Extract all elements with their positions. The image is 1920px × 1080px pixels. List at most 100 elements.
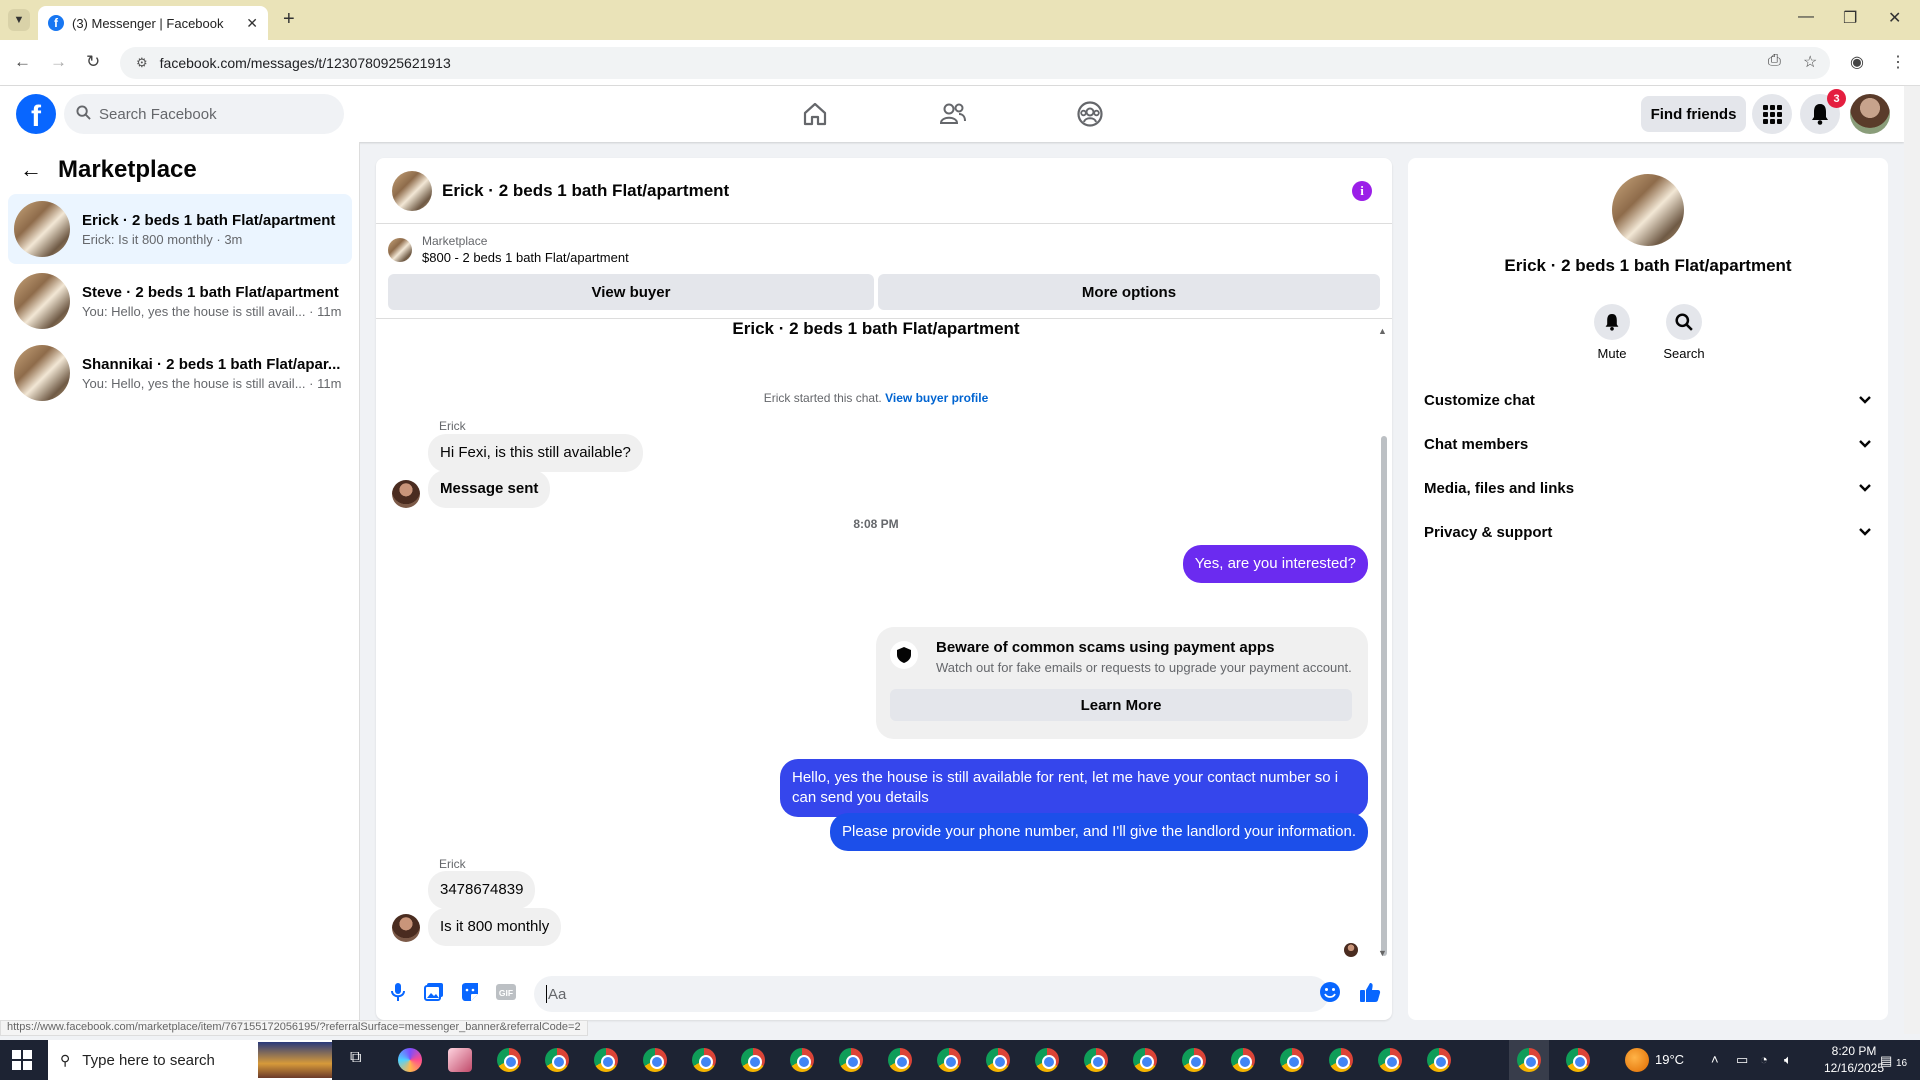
reload-icon[interactable]: ↻ (86, 52, 100, 72)
minimize-icon[interactable]: — (1798, 8, 1814, 26)
gif-icon[interactable]: GIF (494, 980, 518, 1004)
emoji-icon[interactable] (1318, 980, 1342, 1004)
bookmark-star-icon[interactable]: ☆ (1803, 52, 1817, 72)
site-info-icon[interactable]: ⚙ (136, 55, 148, 71)
chrome-icon[interactable] (888, 1048, 912, 1072)
chat-panel: Erick · 2 beds 1 bath Flat/apartment i M… (376, 158, 1392, 1020)
chrome-icon[interactable] (1133, 1048, 1157, 1072)
message-bubble[interactable]: Hi Fexi, is this still available? (428, 434, 643, 472)
show-hidden-icons-icon[interactable]: ˄ (1711, 1052, 1719, 1067)
chrome-icon[interactable] (1329, 1048, 1353, 1072)
customize-chat-section[interactable]: Customize chat (1424, 384, 1872, 416)
privacy-support-section[interactable]: Privacy & support (1424, 516, 1872, 548)
chrome-icon[interactable] (839, 1048, 863, 1072)
chrome-icon[interactable] (1378, 1048, 1402, 1072)
install-app-icon[interactable]: ⎙ (1768, 52, 1781, 70)
browser-tab[interactable]: f (3) Messenger | Facebook ✕ (38, 6, 268, 40)
media-files-links-section[interactable]: Media, files and links (1424, 472, 1872, 504)
chrome-icon[interactable] (741, 1048, 765, 1072)
learn-more-button[interactable]: Learn More (890, 689, 1352, 721)
chrome-icon[interactable] (986, 1048, 1010, 1072)
chat-scrollbar[interactable]: ▲ ▼ (1378, 326, 1388, 958)
menu-grid-icon[interactable] (1752, 94, 1792, 134)
conversation-item-steve[interactable]: Steve · 2 beds 1 bath Flat/apartment You… (8, 266, 352, 336)
weather-icon[interactable] (1625, 1048, 1649, 1072)
copilot-icon[interactable] (398, 1048, 422, 1072)
chrome-icon[interactable] (643, 1048, 667, 1072)
chrome-icon[interactable] (1517, 1048, 1541, 1072)
sender-avatar[interactable] (392, 480, 420, 508)
close-tab-icon[interactable]: ✕ (246, 15, 258, 32)
wifi-icon[interactable]: ◔ (1760, 1052, 1768, 1067)
back-arrow-icon[interactable]: ← (20, 157, 42, 183)
message-bubble[interactable]: Yes, are you interested? (1182, 545, 1368, 583)
back-icon[interactable]: ← (14, 52, 31, 72)
thumbs-up-icon[interactable] (1358, 980, 1382, 1004)
more-options-button[interactable]: More options (878, 274, 1380, 310)
sender-avatar[interactable] (392, 914, 420, 942)
message-bubble[interactable]: Hello, yes the house is still available … (780, 759, 1368, 817)
view-buyer-button[interactable]: View buyer (388, 274, 874, 310)
volume-icon[interactable]: 🔈︎ (1784, 1052, 1792, 1068)
info-icon[interactable]: i (1352, 181, 1372, 201)
windows-start-icon[interactable] (12, 1050, 32, 1070)
chrome-icon[interactable] (1035, 1048, 1059, 1072)
mute-button[interactable]: Mute (1582, 304, 1642, 361)
photo-icon[interactable] (422, 980, 446, 1004)
notification-center-icon[interactable]: ▤ (1880, 1053, 1892, 1069)
chrome-icon[interactable] (1182, 1048, 1206, 1072)
chrome-icon[interactable] (790, 1048, 814, 1072)
restore-icon[interactable]: ❐ (1843, 8, 1857, 28)
view-buyer-profile-link[interactable]: View buyer profile (885, 391, 988, 405)
chrome-icon[interactable] (937, 1048, 961, 1072)
groups-icon[interactable] (1072, 96, 1108, 132)
find-friends-button[interactable]: Find friends (1641, 96, 1746, 132)
scroll-up-icon[interactable]: ▲ (1378, 326, 1387, 336)
conversation-item-shannikai[interactable]: Shannikai · 2 beds 1 bath Flat/apar... Y… (8, 338, 352, 408)
account-avatar[interactable] (1850, 94, 1890, 134)
weather-temperature[interactable]: 19°C (1655, 1052, 1684, 1067)
facebook-search-input[interactable]: Search Facebook (64, 94, 344, 134)
conversation-preview: You: Hello, yes the house is still avail… (82, 375, 342, 391)
close-window-icon[interactable]: ✕ (1888, 8, 1901, 28)
profile-icon[interactable]: ◉ (1850, 52, 1864, 72)
chat-listing-thumbnail[interactable] (392, 170, 432, 211)
page-scrollbar[interactable] (1904, 86, 1920, 1034)
chrome-icon[interactable] (1280, 1048, 1304, 1072)
message-bubble[interactable]: Is it 800 monthly (428, 908, 562, 946)
chrome-icon[interactable] (545, 1048, 569, 1072)
chat-members-section[interactable]: Chat members (1424, 428, 1872, 460)
chrome-icon[interactable] (1231, 1048, 1255, 1072)
chrome-icon[interactable] (1566, 1048, 1590, 1072)
chrome-icon[interactable] (1427, 1048, 1451, 1072)
network-icon[interactable]: ▭ (1736, 1052, 1748, 1068)
message-bubble[interactable]: Please provide your phone number, and I'… (829, 813, 1368, 851)
message-input[interactable]: Aa (534, 976, 1329, 1012)
new-tab-button[interactable]: + (283, 8, 295, 31)
taskbar-search-input[interactable]: ⚲ Type here to search (48, 1040, 332, 1080)
message-bubble[interactable]: 3478674839 (428, 871, 536, 909)
home-icon[interactable] (797, 96, 833, 132)
url-field[interactable]: ⚙ facebook.com/messages/t/12307809256219… (120, 47, 1830, 79)
listing-avatar[interactable] (1612, 174, 1684, 246)
chrome-icon[interactable] (594, 1048, 618, 1072)
browser-menu-icon[interactable]: ⋮ (1890, 52, 1906, 72)
scroll-down-icon[interactable]: ▼ (1378, 948, 1387, 958)
forward-icon[interactable]: → (50, 52, 67, 72)
microphone-icon[interactable] (386, 980, 410, 1004)
message-bubble[interactable]: Message sent (428, 470, 551, 508)
chrome-icon[interactable] (692, 1048, 716, 1072)
facebook-logo-icon[interactable]: f (16, 94, 56, 134)
conversation-item-erick[interactable]: Erick · 2 beds 1 bath Flat/apartment Eri… (8, 194, 352, 264)
sticker-icon[interactable] (458, 980, 482, 1004)
chat-title[interactable]: Erick · 2 beds 1 bath Flat/apartment (442, 181, 729, 201)
tab-search-button[interactable]: ▼ (8, 9, 30, 31)
friends-icon[interactable] (935, 96, 971, 132)
chrome-icon[interactable] (497, 1048, 521, 1072)
scroll-thumb[interactable] (1381, 436, 1387, 956)
marketplace-listing-banner[interactable]: Marketplace $800 - 2 beds 1 bath Flat/ap… (388, 234, 629, 265)
search-in-chat-button[interactable]: Search (1654, 304, 1714, 361)
chrome-icon[interactable] (1084, 1048, 1108, 1072)
app-icon[interactable] (448, 1048, 472, 1072)
task-view-icon[interactable]: ⧉ (350, 1049, 361, 1067)
